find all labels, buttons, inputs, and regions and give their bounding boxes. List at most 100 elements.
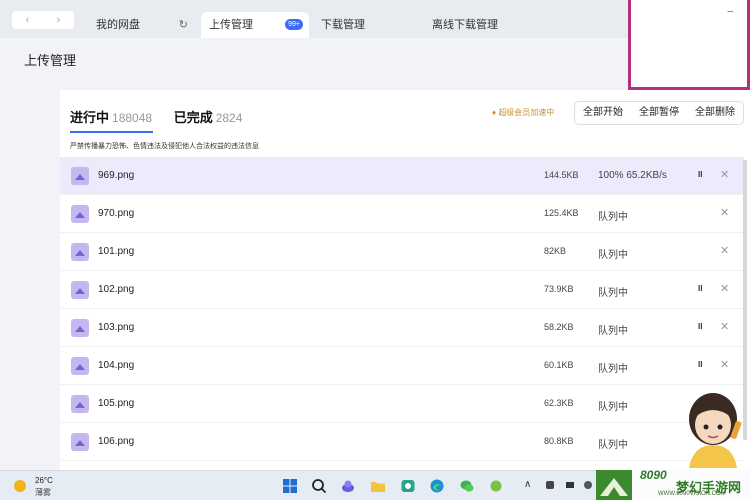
cloud-app-icon[interactable] <box>340 478 356 494</box>
close-icon[interactable]: ✕ <box>720 168 729 181</box>
back-button[interactable]: ‹ <box>12 11 43 29</box>
image-file-icon <box>71 205 89 223</box>
pause-all-button[interactable]: 全部暂停 <box>631 102 687 124</box>
file-size: 82KB <box>544 246 567 256</box>
list-item[interactable]: 103.png 58.2KB 队列中 II ✕ <box>60 309 744 347</box>
file-size: 144.5KB <box>544 170 579 180</box>
image-file-icon <box>71 167 89 185</box>
image-file-icon <box>71 281 89 299</box>
site-watermark: 8090 梦幻手游网 WWW.8090VISION.COM <box>596 468 750 500</box>
file-name: 104.png <box>98 360 135 371</box>
vip-acceleration[interactable]: ♦ 超级会员加速中 <box>492 107 554 118</box>
list-item[interactable]: 969.png 144.5KB 100% 65.2KB/s II ✕ <box>60 157 744 195</box>
close-icon[interactable]: ✕ <box>720 244 729 257</box>
file-status: 队列中 <box>598 250 628 261</box>
upload-panel: 进行中 188048 已完成 2824 严禁传播暴力恐怖、色情违法及侵犯他人合法权益… <box>60 90 750 470</box>
file-name: 106.png <box>98 436 135 447</box>
file-size: 125.4KB <box>544 208 579 218</box>
close-icon[interactable]: ✕ <box>720 358 729 371</box>
file-name: 969.png <box>98 170 135 181</box>
completed-tab[interactable]: 已完成 <box>174 110 213 125</box>
weather-description: 薄雾 <box>35 488 51 497</box>
image-file-icon <box>71 357 89 375</box>
active-tab-underline <box>70 131 153 133</box>
file-status: 队列中 <box>598 326 628 337</box>
tab-label: 我的网盘 <box>96 19 140 31</box>
file-name: 101.png <box>98 246 135 257</box>
in-progress-tab[interactable]: 进行中 <box>70 110 109 125</box>
tab-upload-manager[interactable]: 上传管理 99+ <box>201 12 309 38</box>
file-status: 队列中 <box>598 212 628 223</box>
file-name: 970.png <box>98 208 135 219</box>
windows-start-icon[interactable] <box>282 478 298 494</box>
pause-icon[interactable]: II <box>698 170 702 179</box>
tray-overflow-button[interactable]: ∧ <box>524 479 531 490</box>
file-status: 100% 65.2KB/s <box>598 170 667 181</box>
wechat-icon[interactable] <box>459 478 475 494</box>
weather-icon[interactable] <box>14 480 26 492</box>
weather-temperature: 26°C <box>35 476 53 485</box>
search-icon[interactable] <box>311 478 327 494</box>
upload-list: 969.png 144.5KB 100% 65.2KB/s II ✕ 970.p… <box>60 157 744 461</box>
vip-label: 超级会员加速中 <box>498 108 555 117</box>
delete-all-button[interactable]: 全部删除 <box>687 102 743 124</box>
close-icon[interactable]: ✕ <box>720 320 729 333</box>
tab-download-manager[interactable]: 下载管理 <box>313 12 419 38</box>
list-item[interactable]: 106.png 80.8KB 队列中 <box>60 423 744 461</box>
app-store-icon[interactable] <box>400 478 416 494</box>
tab-label: 下载管理 <box>321 19 365 31</box>
edge-browser-icon[interactable] <box>429 478 445 494</box>
list-item[interactable]: 105.png 62.3KB 队列中 <box>60 385 744 423</box>
file-status: 队列中 <box>598 402 628 413</box>
refresh-icon[interactable]: ↻ <box>179 12 188 38</box>
watermark-url: WWW.8090VISION.COM <box>658 491 726 497</box>
minimize-button[interactable]: – <box>727 6 733 17</box>
file-size: 73.9KB <box>544 284 574 294</box>
image-file-icon <box>71 433 89 451</box>
bulk-actions: 全部开始 全部暂停 全部删除 <box>574 101 744 125</box>
file-status: 队列中 <box>598 364 628 375</box>
file-status: 队列中 <box>598 288 628 299</box>
file-status: 队列中 <box>598 440 628 451</box>
image-file-icon <box>71 243 89 261</box>
watermark-number: 8090 <box>640 468 667 482</box>
tab-offline-download[interactable]: 离线下载管理 <box>424 12 530 38</box>
page-title: 上传管理 <box>24 53 77 68</box>
warning-text: 严禁传播暴力恐怖、色情违法及侵犯他人合法权益的违法信息 <box>70 143 259 150</box>
in-progress-count: 188048 <box>112 111 153 125</box>
list-item[interactable]: 101.png 82KB 队列中 ✕ <box>60 233 744 271</box>
file-size: 80.8KB <box>544 436 574 446</box>
pause-icon[interactable]: II <box>698 284 702 293</box>
completed-count: 2824 <box>215 111 243 125</box>
list-item[interactable]: 104.png 60.1KB 队列中 II ✕ <box>60 347 744 385</box>
input-method-icon[interactable] <box>583 480 593 490</box>
tray-app-icon[interactable] <box>545 480 555 490</box>
nav-buttons: ‹ › <box>12 11 74 29</box>
tab-bar: ‹ › 我的网盘 ↻ 上传管理 99+ 下载管理 离线下载管理 <box>0 0 628 38</box>
image-file-icon <box>71 319 89 337</box>
image-file-icon <box>71 395 89 413</box>
list-item[interactable]: 102.png 73.9KB 队列中 II ✕ <box>60 271 744 309</box>
tray-app-icon[interactable] <box>565 480 575 490</box>
start-all-button[interactable]: 全部开始 <box>575 102 631 124</box>
tab-label: 离线下载管理 <box>432 19 498 31</box>
file-size: 60.1KB <box>544 360 574 370</box>
forward-button[interactable]: › <box>43 11 74 29</box>
file-name: 103.png <box>98 322 135 333</box>
window-overlay: – <box>628 0 750 90</box>
tab-label: 上传管理 <box>209 19 253 31</box>
close-icon[interactable]: ✕ <box>720 206 729 219</box>
pause-icon[interactable]: II <box>698 322 702 331</box>
file-size: 58.2KB <box>544 322 574 332</box>
tab-my-disk[interactable]: 我的网盘 ↻ <box>88 12 196 38</box>
count-badge: 99+ <box>285 19 303 30</box>
close-icon[interactable]: ✕ <box>720 282 729 295</box>
list-item[interactable]: 970.png 125.4KB 队列中 ✕ <box>60 195 744 233</box>
file-name: 105.png <box>98 398 135 409</box>
mascot-avatar <box>689 393 742 468</box>
file-size: 62.3KB <box>544 398 574 408</box>
pause-icon[interactable]: II <box>698 360 702 369</box>
chat-app-icon[interactable] <box>488 478 504 494</box>
folder-icon[interactable] <box>370 478 386 494</box>
upload-stats: 进行中 188048 已完成 2824 <box>70 107 242 126</box>
